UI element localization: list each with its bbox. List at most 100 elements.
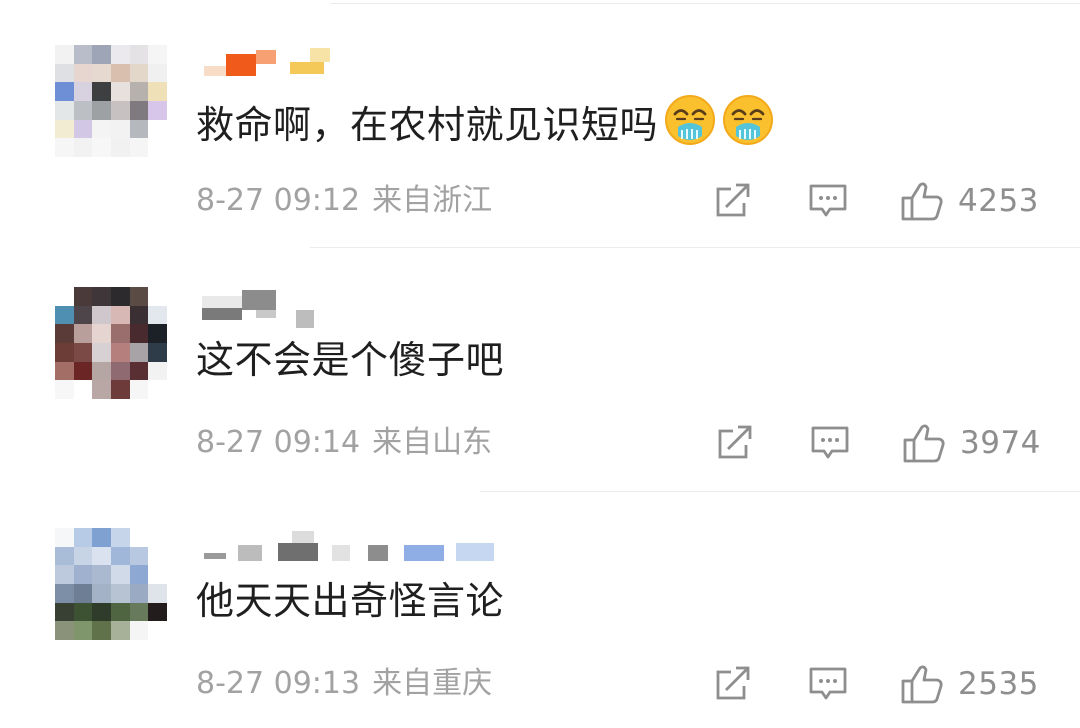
avatar-mosaic-tile: [148, 100, 167, 120]
avatar-mosaic-tile: [110, 45, 130, 64]
avatar-mosaic-tile: [129, 63, 149, 83]
avatar-mosaic-tile: [92, 305, 111, 325]
avatar-mosaic-tile: [110, 602, 130, 622]
avatar-mosaic-tile: [55, 528, 74, 547]
avatar-mosaic-tile: [73, 528, 93, 547]
avatar-mosaic-tile: [129, 380, 149, 399]
avatar-mosaic-tile: [55, 119, 74, 139]
avatar-mosaic-tile: [92, 621, 111, 640]
avatar-mosaic-tile: [92, 565, 111, 584]
avatar-mosaic-tile: [148, 138, 167, 157]
repost-button[interactable]: [716, 423, 756, 463]
avatar-mosaic-tile: [55, 342, 74, 362]
username-redacted[interactable]: [198, 290, 518, 328]
avatar-mosaic-tile: [55, 324, 74, 343]
avatar-mosaic-tile: [73, 546, 93, 566]
avatar-mosaic-tile: [148, 287, 167, 306]
avatar-mosaic-tile: [129, 100, 149, 120]
avatar-mosaic-tile: [73, 583, 93, 603]
avatar-mosaic-tile: [92, 119, 111, 139]
avatar-mosaic-tile: [129, 565, 149, 584]
avatar-mosaic-tile: [110, 287, 130, 306]
avatar-mosaic-tile: [110, 565, 130, 584]
avatar-mosaic-tile: [92, 45, 111, 64]
comment-text: 他天天出奇怪言论: [196, 577, 504, 625]
like-count: 3974: [960, 425, 1041, 461]
avatar-mosaic-tile: [110, 528, 130, 547]
avatar-mosaic-tile: [148, 621, 167, 640]
avatar-mosaic-tile: [55, 287, 74, 306]
avatar-mosaic-tile: [92, 63, 111, 83]
comment-bubble-icon: [809, 184, 847, 217]
repost-button[interactable]: [714, 181, 754, 221]
avatar-mosaic-tile: [129, 546, 149, 566]
like-count: 4253: [958, 183, 1039, 219]
like-button[interactable]: 2535: [900, 664, 1039, 704]
comment-item: 他天天出奇怪言论 8-27 09:13 来自重庆 2535: [0, 483, 1080, 728]
username-redacted[interactable]: [198, 531, 518, 561]
comment-location: 来自重庆: [372, 666, 493, 701]
avatar-mosaic-tile: [55, 100, 74, 120]
like-button[interactable]: 4253: [900, 181, 1039, 221]
avatar-mosaic-tile: [148, 342, 167, 362]
comment-button[interactable]: [808, 181, 848, 221]
avatar-mosaic-tile: [55, 546, 74, 566]
avatar-mosaic-tile: [129, 361, 149, 381]
avatar-mosaic-tile: [129, 287, 149, 306]
avatar-mosaic-tile: [55, 45, 74, 64]
comment-button[interactable]: [810, 423, 850, 463]
comment-item: 救命啊，在农村就见识短吗 8-27 09:12 来自浙江 4253: [0, 0, 1080, 245]
avatar-mosaic-tile: [148, 602, 167, 622]
avatar-mosaic-tile: [129, 138, 149, 157]
vomit-face-emoji-icon: [664, 94, 716, 157]
repost-button[interactable]: [714, 664, 754, 704]
avatar[interactable]: [55, 45, 167, 157]
avatar-mosaic-tile: [129, 82, 149, 101]
avatar-mosaic-tile: [110, 324, 130, 343]
avatar-mosaic-tile: [129, 602, 149, 622]
avatar-mosaic-tile: [55, 565, 74, 584]
avatar-mosaic-tile: [73, 324, 93, 343]
comment-location: 来自浙江: [372, 183, 493, 218]
avatar-mosaic-tile: [148, 565, 167, 584]
avatar-mosaic-tile: [92, 380, 111, 399]
like-button[interactable]: 3974: [902, 423, 1041, 463]
comment-timestamp: 8-27 09:13: [196, 666, 361, 701]
avatar-mosaic-tile: [148, 324, 167, 343]
avatar-mosaic-tile: [110, 63, 130, 83]
comment-text-content: 这不会是个傻子吧: [196, 338, 505, 382]
comment-text: 这不会是个傻子吧: [196, 336, 504, 384]
comment-text-content: 他天天出奇怪言论: [196, 579, 505, 623]
avatar-mosaic-tile: [129, 45, 149, 64]
comment-meta: 8-27 09:14 来自山东: [196, 423, 492, 463]
avatar-mosaic-tile: [55, 602, 74, 622]
avatar-mosaic-tile: [92, 583, 111, 603]
avatar-mosaic-tile: [92, 342, 111, 362]
avatar-mosaic-tile: [129, 119, 149, 139]
avatar-mosaic-tile: [129, 528, 149, 547]
avatar-mosaic-tile: [148, 45, 167, 64]
avatar-mosaic-tile: [129, 324, 149, 343]
comment-bubble-icon: [811, 426, 849, 459]
avatar[interactable]: [55, 528, 167, 640]
comment-button[interactable]: [808, 664, 848, 704]
avatar-mosaic-tile: [148, 546, 167, 566]
thumbs-up-icon: [901, 182, 943, 221]
avatar-mosaic-tile: [92, 602, 111, 622]
avatar-mosaic-tile: [148, 583, 167, 603]
avatar[interactable]: [55, 287, 167, 399]
repost-icon: [716, 666, 750, 700]
avatar-mosaic-tile: [148, 82, 167, 101]
avatar-mosaic-tile: [129, 305, 149, 325]
avatar-mosaic-tile: [73, 565, 93, 584]
avatar-mosaic-tile: [110, 621, 130, 640]
avatar-mosaic-tile: [55, 82, 74, 101]
comment-meta: 8-27 09:12 来自浙江: [196, 181, 492, 221]
avatar-mosaic-tile: [73, 82, 93, 101]
username-redacted[interactable]: [198, 48, 518, 76]
avatar-mosaic-tile: [73, 45, 93, 64]
avatar-mosaic-tile: [148, 380, 167, 399]
avatar-mosaic-tile: [55, 583, 74, 603]
avatar-mosaic-tile: [73, 342, 93, 362]
avatar-mosaic-tile: [110, 361, 130, 381]
